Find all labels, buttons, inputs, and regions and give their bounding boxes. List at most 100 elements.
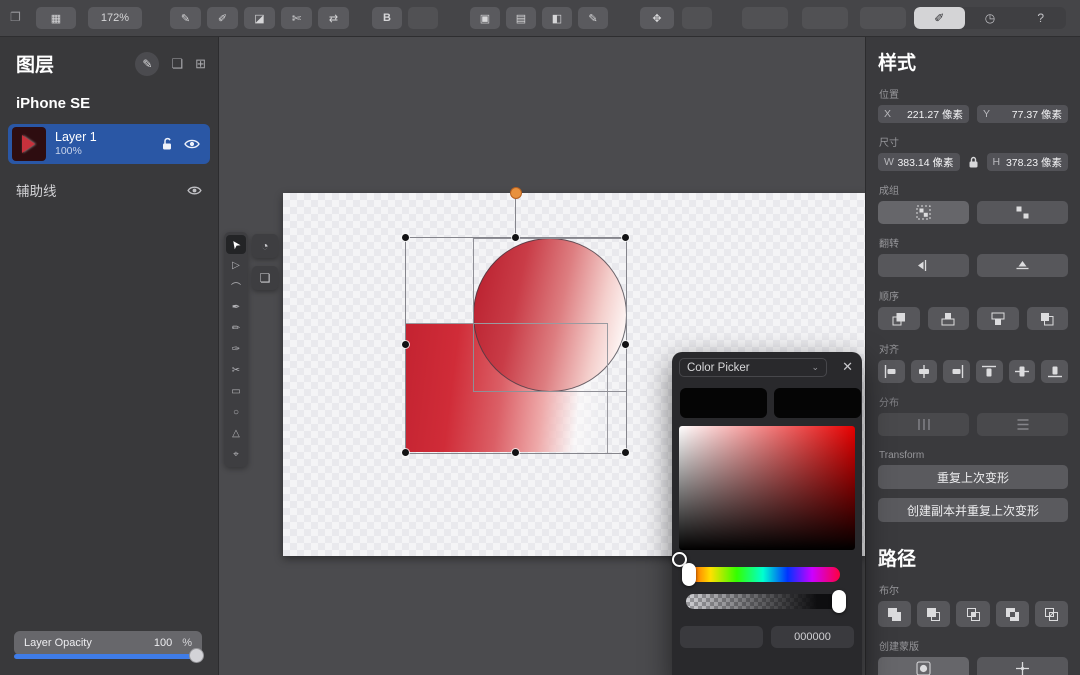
flip-vertical-button[interactable] [977, 254, 1068, 277]
layer-row[interactable]: Layer 1 100% [8, 124, 210, 164]
swap-style-button[interactable]: ◧ [542, 7, 572, 29]
move-tool-button[interactable]: ✥ [640, 7, 674, 29]
stroke-style-button[interactable]: ▤ [506, 7, 536, 29]
layer-opacity-handle[interactable] [189, 648, 204, 663]
layer-opacity-slider[interactable]: Layer Opacity 100 % [14, 631, 202, 655]
window-icon[interactable]: ❐ [10, 10, 21, 24]
ellipse-tool[interactable]: ○ [226, 403, 246, 422]
distribute-horizontal-button[interactable] [878, 413, 969, 436]
disabled-button-3[interactable] [802, 7, 848, 29]
selection-handle-n[interactable] [512, 234, 519, 241]
disabled-button-2[interactable] [742, 7, 788, 29]
width-field[interactable]: W383.14 像素 [878, 153, 960, 171]
fill-color-swatch[interactable] [680, 388, 767, 418]
align-top-button[interactable] [976, 360, 1003, 383]
zoom-tool[interactable]: ⌖ [226, 445, 246, 464]
repeat-transform-button[interactable]: 重复上次变形 [878, 465, 1068, 489]
artboard-name[interactable]: iPhone SE [16, 95, 202, 112]
scissors-tool[interactable]: ✂ [226, 361, 246, 380]
alpha-handle[interactable] [832, 590, 846, 613]
send-to-back-button[interactable] [1027, 307, 1069, 330]
rotate-canvas-button[interactable]: ◔ [252, 234, 278, 258]
pattern-style-button[interactable]: ✎ [578, 7, 608, 29]
direct-select-tool[interactable]: ▷ [226, 256, 246, 275]
eraser-mode-button[interactable]: ◪ [244, 7, 275, 29]
align-middle-v-button[interactable] [1009, 360, 1036, 383]
alpha-value-field[interactable] [680, 626, 763, 648]
tab-history[interactable]: ◷ [965, 7, 1016, 29]
scissors-mode-button[interactable]: ✄ [281, 7, 312, 29]
text-style-button[interactable] [408, 7, 438, 29]
tab-appearance[interactable]: ✐ [914, 7, 965, 29]
artboard-settings-button[interactable]: ❏ [252, 266, 278, 290]
selection-handle-w[interactable] [402, 341, 409, 348]
intersect-button[interactable] [956, 601, 989, 627]
flip-horizontal-button[interactable] [878, 254, 969, 277]
selection-handle-ne[interactable] [622, 234, 629, 241]
lock-open-icon[interactable] [161, 137, 173, 151]
add-layer-button[interactable]: ⊞ [195, 56, 206, 72]
pencil-mode-button[interactable]: ✎ [170, 7, 201, 29]
polygon-tool[interactable]: △ [226, 424, 246, 443]
bring-to-front-button[interactable] [878, 307, 920, 330]
bring-forward-button[interactable] [928, 307, 970, 330]
selection-handle-e[interactable] [622, 341, 629, 348]
subtract-button[interactable] [917, 601, 950, 627]
exclude-button[interactable] [996, 601, 1029, 627]
disabled-button-4[interactable] [860, 7, 906, 29]
duplicate-layer-button[interactable]: ❏ [171, 56, 183, 72]
select-tool[interactable]: ➤ [226, 235, 246, 254]
select-tool-icon: ➤ [228, 237, 244, 252]
guides-row[interactable]: 辅助线 [16, 180, 202, 200]
hue-slider[interactable] [686, 567, 840, 582]
zoom-level-button[interactable]: 172% [88, 7, 142, 29]
ungroup-button[interactable] [977, 201, 1068, 224]
guides-visibility-icon[interactable] [187, 185, 202, 196]
lasso-tool[interactable]: ⌒ [226, 277, 246, 296]
color-picker-mode-dropdown[interactable]: Color Picker ⌄ [679, 358, 827, 377]
release-mask-button[interactable] [977, 657, 1068, 675]
fill-style-button[interactable]: ▣ [470, 7, 500, 29]
selection-handle-s[interactable] [512, 449, 519, 456]
layer-visibility-icon[interactable] [184, 138, 200, 150]
distribute-vertical-button[interactable] [977, 413, 1068, 436]
create-mask-button[interactable] [878, 657, 969, 675]
disabled-button-1[interactable] [682, 7, 712, 29]
union-button[interactable] [878, 601, 911, 627]
brush-tool[interactable]: ✑ [226, 340, 246, 359]
selection-handle-se[interactable] [622, 449, 629, 456]
layer-opacity-track[interactable] [14, 654, 194, 659]
edit-layers-button[interactable]: ✎ [135, 52, 159, 76]
alpha-slider[interactable] [686, 594, 840, 609]
height-field[interactable]: H378.23 像素 [987, 153, 1069, 171]
bold-button[interactable]: B [372, 7, 402, 29]
selection-handle-nw[interactable] [402, 234, 409, 241]
gallery-button[interactable]: ▦ [36, 7, 76, 29]
pen-tool[interactable]: ✒ [226, 298, 246, 317]
rotation-handle[interactable] [510, 187, 522, 199]
hex-value-field[interactable]: 000000 [771, 626, 854, 648]
h-label: H [993, 156, 1001, 168]
close-icon[interactable]: ✕ [842, 359, 853, 375]
send-backward-button[interactable] [977, 307, 1019, 330]
aspect-lock-icon[interactable] [968, 156, 979, 169]
align-center-h-button[interactable] [911, 360, 938, 383]
group-button[interactable] [878, 201, 969, 224]
duplicate-repeat-transform-button[interactable]: 创建副本并重复上次变形 [878, 498, 1068, 522]
pencil-tool[interactable]: ✏ [226, 319, 246, 338]
saturation-value-field[interactable] [679, 426, 855, 550]
shape-mode-button[interactable]: ✐ [207, 7, 238, 29]
y-position-field[interactable]: Y77.37 像素 [977, 105, 1068, 123]
x-position-field[interactable]: X221.27 像素 [878, 105, 969, 123]
tab-help[interactable]: ? [1015, 7, 1066, 29]
selection-handle-sw[interactable] [402, 449, 409, 456]
layer-opacity-unit: % [182, 637, 192, 649]
align-bottom-button[interactable] [1041, 360, 1068, 383]
align-right-button[interactable] [943, 360, 970, 383]
stroke-color-swatch[interactable] [774, 388, 861, 418]
divide-button[interactable] [1035, 601, 1068, 627]
hue-handle[interactable] [682, 563, 696, 586]
rect-tool[interactable]: ▭ [226, 382, 246, 401]
align-left-button[interactable] [878, 360, 905, 383]
transform-mode-button[interactable]: ⇄ [318, 7, 349, 29]
